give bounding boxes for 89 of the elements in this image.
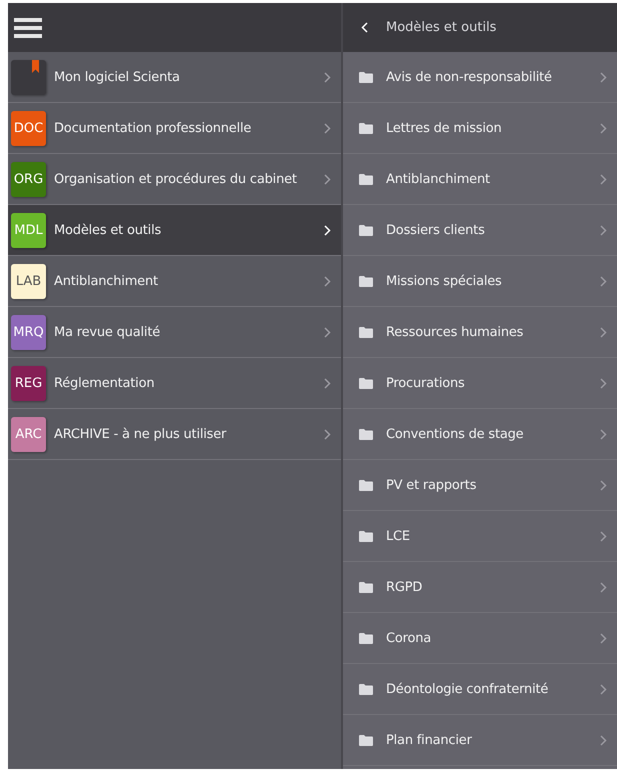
chevron-right-icon [324,326,331,338]
chevron-right-icon [324,378,331,388]
chevron-right-icon [600,326,607,338]
chevron-right-icon [600,72,607,82]
category-badge: MDL [11,212,46,248]
folder-icon [359,276,373,286]
folder-icon [359,530,373,542]
folder-item[interactable]: Conventions de stage [343,409,617,460]
menu-item-label: ARCHIVE - à ne plus utiliser [54,426,226,442]
chevron-right-icon [324,122,331,134]
folder-item[interactable]: Ressources humaines [343,307,617,358]
chevron-right-icon [600,174,607,184]
folder-label: Missions spéciales [386,274,502,288]
menu-item-label: Ma revue qualité [54,324,160,340]
folder-item[interactable]: Corona [343,613,617,664]
folder-icon [359,378,373,388]
category-badge: MRQ [11,314,46,350]
chevron-right-icon [600,684,607,694]
chevron-right-icon [600,224,607,236]
chevron-right-icon [324,224,331,236]
folder-item[interactable]: Dossiers clients [343,205,617,256]
category-badge: ARC [11,416,46,452]
category-badge: REG [11,366,46,400]
folder-item[interactable]: RGPD [343,562,617,613]
folder-item[interactable]: Procurations [343,358,617,409]
menu-item-label: Organisation et procédures du cabinet [54,172,297,186]
chevron-right-icon [324,428,331,440]
chevron-right-icon [600,276,607,286]
folder-label: Plan financier [386,732,472,748]
folder-icon [359,480,373,490]
menu-item[interactable]: DOC Documentation professionnelle [8,103,341,154]
folder-icon [359,326,373,338]
folder-item[interactable]: Antiblanchiment [343,154,617,205]
chevron-right-icon [600,734,607,746]
menu-item[interactable]: ARC ARCHIVE - à ne plus utiliser [8,409,341,460]
folder-item[interactable]: LCE [343,511,617,562]
folder-label: Dossiers clients [386,222,485,238]
category-badge: ORG [11,162,46,196]
folder-item[interactable]: Avis de non-responsabilité [343,52,617,103]
menu-item-label: Antiblanchiment [54,274,158,288]
chevron-right-icon [600,378,607,388]
folder-item[interactable]: Déontologie confraternité [343,664,617,715]
folder-icon [359,122,373,134]
folder-icon [359,632,373,644]
menu-icon[interactable] [14,16,42,38]
chevron-right-icon [600,632,607,644]
chevron-right-icon [600,428,607,440]
folder-label: Conventions de stage [386,426,524,442]
back-icon [361,22,368,33]
menu-item[interactable]: REG Réglementation [8,358,341,409]
chevron-right-icon [600,480,607,490]
folder-label: Ressources humaines [386,324,524,340]
folder-icon [359,684,373,694]
folder-item[interactable]: Lettres de mission [343,103,617,154]
folder-label: Procurations [386,376,465,390]
category-badge: DOC [11,110,46,146]
category-badge: LAB [11,264,46,298]
folder-icon [359,72,373,82]
folder-icon [359,224,373,236]
chevron-right-icon [324,174,331,184]
chevron-right-icon [600,530,607,542]
panel-title: Modèles et outils [386,20,496,35]
folder-item[interactable]: Missions spéciales [343,256,617,307]
menu-item-label: Mon logiciel Scienta [54,70,180,84]
menu-item-label: Modèles et outils [54,222,162,238]
folder-label: RGPD [386,580,422,594]
menu-item[interactable]: MDL Modèles et outils [8,205,341,256]
folder-icon [359,582,373,592]
menu-item[interactable]: MRQ Ma revue qualité [8,307,341,358]
folder-label: Antiblanchiment [386,172,490,186]
folder-label: PV et rapports [386,478,476,492]
chevron-right-icon [600,582,607,592]
menu-item-label: Réglementation [54,376,154,390]
folder-icon [359,174,373,184]
chevron-right-icon [600,122,607,134]
menu-item-label: Documentation professionnelle [54,120,252,136]
folder-label: Déontologie confraternité [386,682,548,696]
menu-item[interactable]: Mon logiciel Scienta [8,52,341,103]
folder-icon [359,734,373,746]
chevron-right-icon [324,72,331,82]
chevron-right-icon [324,276,331,286]
folder-label: LCE [386,528,410,544]
folder-label: Lettres de mission [386,120,502,136]
menu-item[interactable]: LAB Antiblanchiment [8,256,341,307]
folder-item[interactable]: Plan financier [343,715,617,766]
folder-item[interactable]: PV et rapports [343,460,617,511]
folder-label: Corona [386,630,432,646]
folder-label: Avis de non-responsabilité [386,70,552,84]
folder-icon [359,428,373,440]
